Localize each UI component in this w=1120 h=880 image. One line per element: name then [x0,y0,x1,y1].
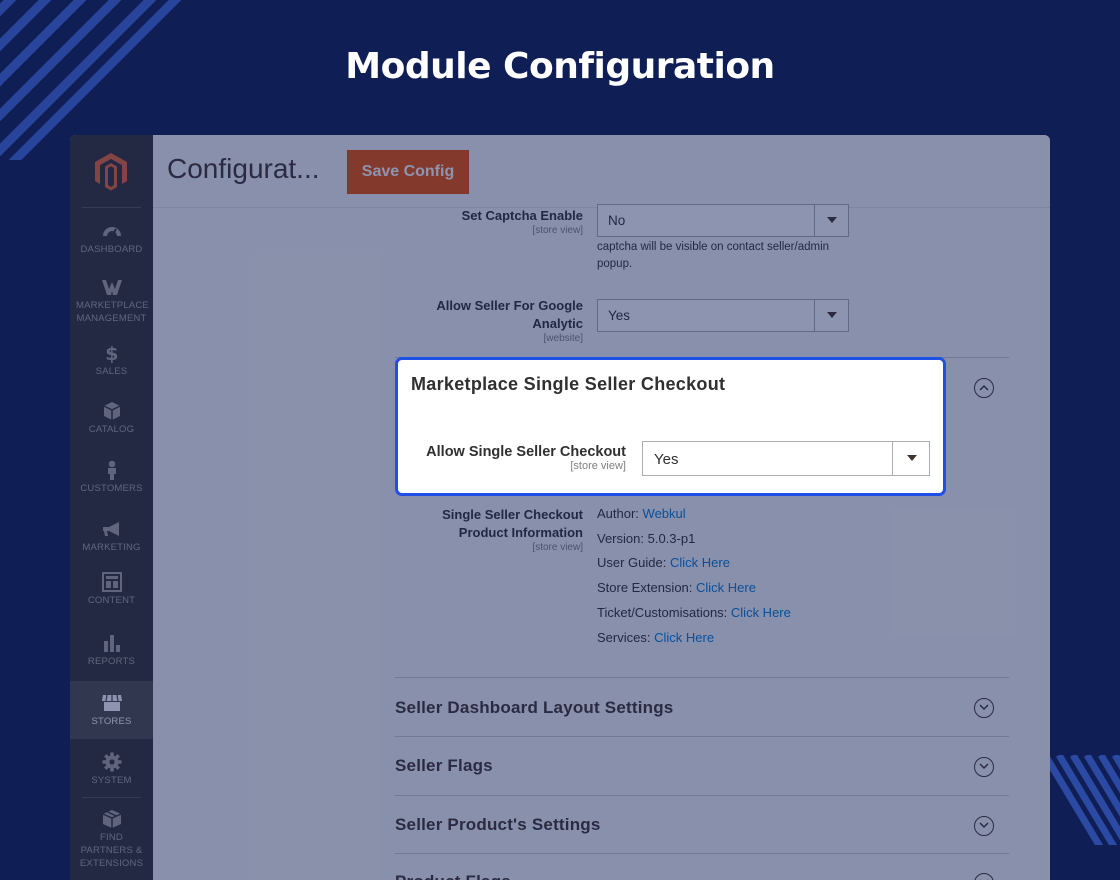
scope-label: [store view] [570,460,626,472]
decorative-stripes [1045,755,1120,845]
field-label-text: Allow Single Seller Checkout [426,444,626,460]
single-seller-checkout-label: Allow Single Seller Checkout [store view… [426,443,626,472]
highlight-callout: Marketplace Single Seller Checkout Allow… [395,357,946,496]
dim-overlay [70,135,1050,880]
select-value: Yes [654,451,679,468]
callout-title: Marketplace Single Seller Checkout [411,374,726,394]
page-title: Module Configuration [345,46,775,87]
single-seller-checkout-select[interactable]: Yes [642,441,930,476]
chevron-down-icon [892,442,929,475]
